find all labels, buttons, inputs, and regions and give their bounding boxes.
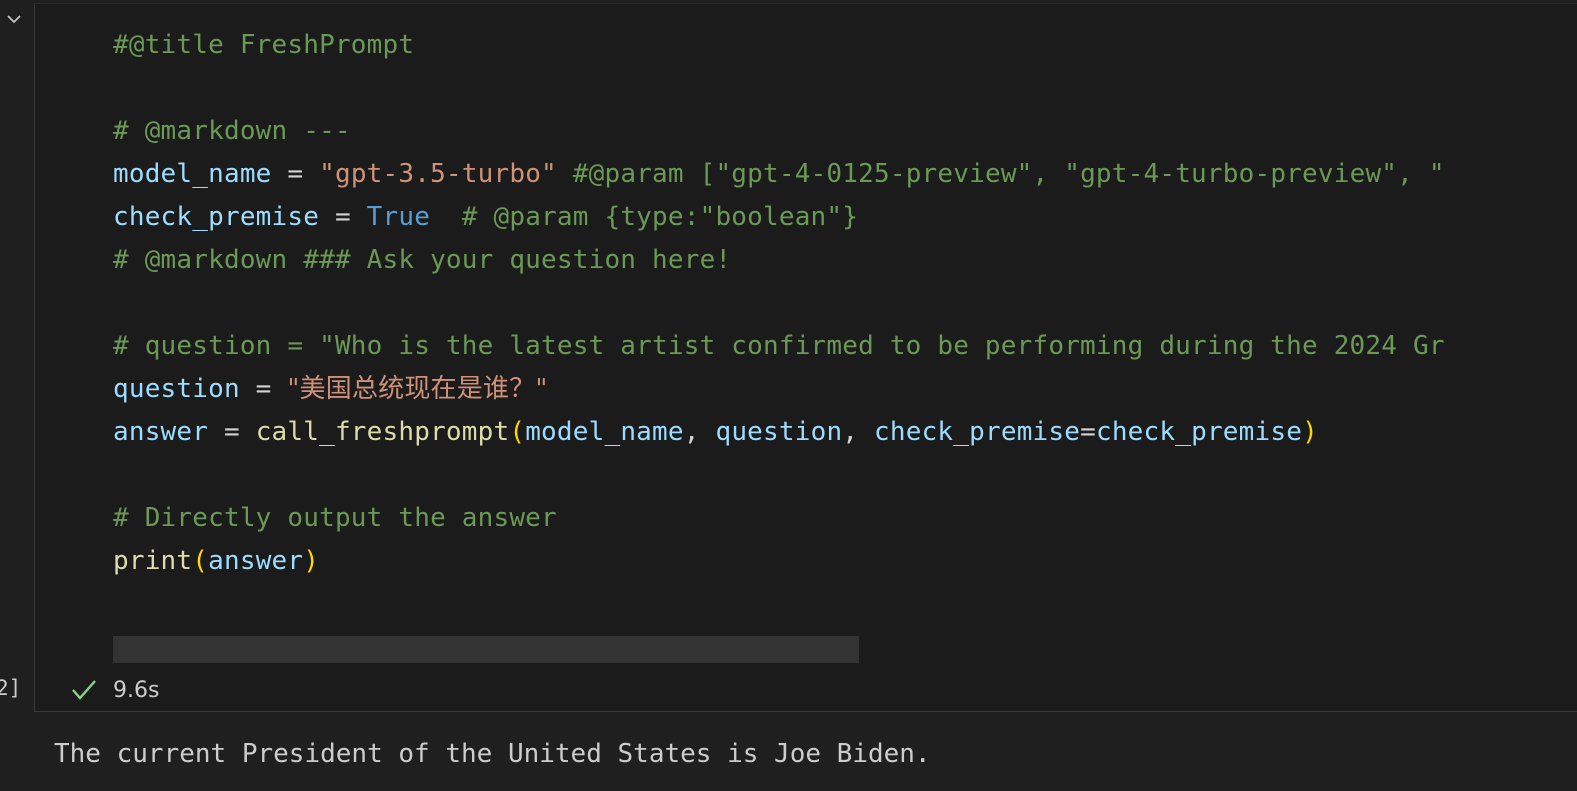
code-token: =: [208, 417, 256, 447]
code-line: answer = call_freshprompt(model_name, qu…: [113, 411, 1445, 454]
code-token: # @markdown ---: [113, 116, 351, 146]
code-token: True: [366, 202, 431, 232]
code-token: model_name: [525, 417, 684, 447]
code-token: model_name: [113, 159, 272, 189]
code-token: "gpt-3.5-turbo": [319, 159, 557, 189]
code-token: # @param {type:"boolean"}: [430, 202, 859, 232]
code-token: ,: [842, 417, 875, 447]
code-token: (: [509, 417, 526, 447]
code-token: # @markdown ### Ask your question here!: [113, 245, 732, 275]
chevron-down-icon[interactable]: [5, 12, 23, 26]
code-cell[interactable]: #@title FreshPrompt # @markdown --- model_…: [34, 3, 1577, 712]
code-token: ): [1302, 417, 1318, 447]
execution-progress-bar: [113, 636, 859, 663]
code-token: question: [715, 417, 843, 447]
code-token: # question = "Who is the latest artist c…: [113, 331, 1445, 361]
code-line: model_name = "gpt-3.5-turbo" #@param ["g…: [113, 153, 1445, 196]
code-line: # Directly output the answer: [113, 497, 1445, 540]
code-line: # @markdown ---: [113, 110, 1445, 153]
code-token: (: [192, 546, 209, 576]
code-line: question = "美国总统现在是谁？": [113, 368, 1445, 411]
code-token: =: [271, 159, 320, 189]
cell-output: The current President of the United Stat…: [54, 739, 931, 769]
code-token: #@param ["gpt-4-0125-preview", "gpt-4-tu…: [556, 159, 1445, 189]
execution-count: 2]: [0, 676, 22, 700]
code-token: check_premise: [874, 417, 1081, 447]
code-line: print(answer): [113, 540, 1445, 583]
code-token: ,: [683, 417, 716, 447]
cell-gutter: 2]: [0, 0, 34, 791]
code-line: #@title FreshPrompt: [113, 24, 1445, 67]
code-token: ): [303, 546, 320, 576]
code-token: check_premise: [1095, 417, 1303, 447]
code-token: =: [1080, 417, 1096, 447]
code-token: check_premise: [113, 202, 320, 232]
code-token: =: [239, 374, 288, 404]
code-token: #@title FreshPrompt: [113, 30, 415, 60]
execution-duration: 9.6s: [113, 677, 160, 703]
code-token: print: [113, 546, 193, 576]
code-editor[interactable]: #@title FreshPrompt # @markdown --- model_…: [113, 24, 1445, 583]
execution-status: 9.6s: [71, 672, 159, 708]
code-token: call_freshprompt: [255, 417, 510, 447]
check-icon: [72, 680, 96, 700]
code-token: question: [113, 374, 240, 404]
code-token: answer: [113, 417, 209, 447]
code-token: answer: [208, 546, 304, 576]
code-token: # Directly output the answer: [113, 503, 557, 533]
code-line: check_premise = True # @param {type:"boo…: [113, 196, 1445, 239]
code-token: =: [319, 202, 367, 232]
code-line: # question = "Who is the latest artist c…: [113, 325, 1445, 368]
code-token: "美国总统现在是谁？": [287, 374, 548, 404]
code-line: # @markdown ### Ask your question here!: [113, 239, 1445, 282]
